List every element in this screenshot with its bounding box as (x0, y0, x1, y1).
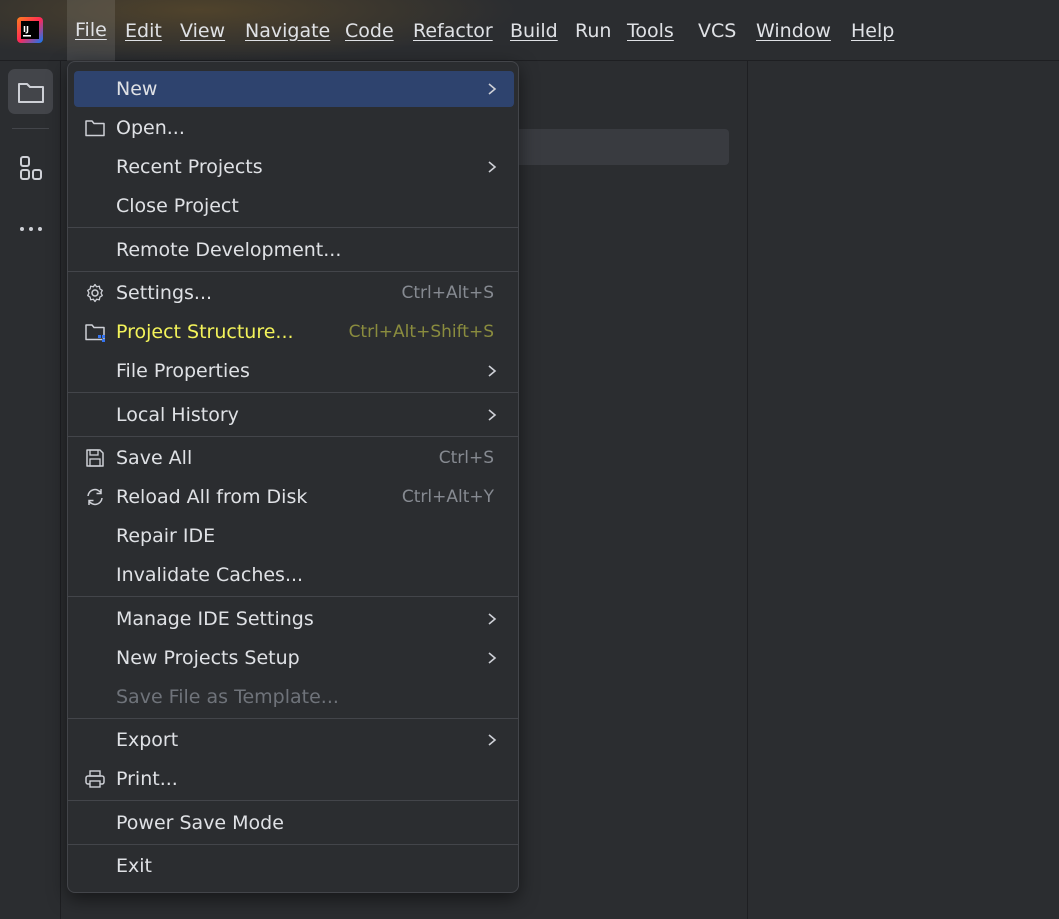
menu-item-label: Repair IDE (116, 525, 216, 547)
menu-item-exit[interactable]: Exit (74, 848, 514, 884)
menu-item-project-structure[interactable]: Project Structure... Ctrl+Alt+Shift+S (74, 314, 514, 350)
menu-separator (68, 596, 518, 597)
menu-item-shortcut: Ctrl+Alt+Shift+S (348, 322, 494, 342)
menu-item-save-all[interactable]: Save All Ctrl+S (74, 440, 514, 476)
menu-item-label: Remote Development... (116, 239, 342, 261)
menu-item-manage-ide-settings[interactable]: Manage IDE Settings (74, 601, 514, 637)
folder-icon (85, 120, 105, 137)
chevron-right-icon (488, 652, 497, 664)
right-panel (748, 61, 1059, 919)
menu-item-label: Save File as Template... (116, 686, 339, 708)
menu-item-label: New Projects Setup (116, 647, 300, 669)
menu-item-export[interactable]: Export (74, 722, 514, 758)
menu-item-invalidate-caches[interactable]: Invalidate Caches... (74, 557, 514, 593)
menu-separator (68, 227, 518, 228)
chevron-right-icon (488, 409, 497, 421)
printer-icon (85, 770, 105, 788)
menu-separator (68, 718, 518, 719)
menu-refactor[interactable]: Refactor (413, 18, 493, 44)
project-structure-icon (85, 324, 105, 342)
chevron-right-icon (488, 83, 497, 95)
menu-run[interactable]: Run (575, 18, 611, 44)
toolstrip-separator (12, 128, 49, 129)
file-menu-dropdown: New Open... Recent Projects Close Projec… (67, 61, 519, 893)
chevron-right-icon (488, 161, 497, 173)
menu-item-label: Save All (116, 447, 193, 469)
menu-item-recent-projects[interactable]: Recent Projects (74, 149, 514, 185)
structure-icon (19, 155, 42, 180)
more-tool-button[interactable] (8, 206, 53, 251)
menu-item-shortcut: Ctrl+Alt+Y (401, 487, 494, 507)
chevron-right-icon (488, 613, 497, 625)
menu-item-shortcut: Ctrl+Alt+S (401, 283, 494, 303)
menu-item-label: Local History (116, 404, 239, 426)
menu-build[interactable]: Build (510, 18, 558, 44)
more-icon (19, 226, 42, 231)
menu-item-label: Reload All from Disk (116, 486, 308, 508)
menu-separator (68, 800, 518, 801)
chevron-right-icon (488, 365, 497, 377)
intellij-logo-icon[interactable]: IJ (17, 17, 43, 43)
menu-item-label: Settings... (116, 282, 213, 304)
menu-item-label: Recent Projects (116, 156, 263, 178)
chevron-right-icon (488, 734, 497, 746)
menu-code[interactable]: Code (345, 18, 394, 44)
project-tool-button[interactable] (8, 69, 53, 114)
gear-icon (87, 283, 103, 303)
menu-item-local-history[interactable]: Local History (74, 397, 514, 433)
menu-item-shortcut: Ctrl+S (438, 448, 494, 468)
menu-item-label: New (116, 78, 158, 100)
menu-item-label: Power Save Mode (116, 812, 284, 834)
menu-edit[interactable]: Edit (125, 18, 162, 44)
menu-item-file-properties[interactable]: File Properties (74, 353, 514, 389)
menu-separator (68, 436, 518, 437)
menu-item-label: Close Project (116, 195, 239, 217)
menu-item-new-projects-setup[interactable]: New Projects Setup (74, 640, 514, 676)
menu-item-label: File Properties (116, 360, 250, 382)
menu-item-reload-all[interactable]: Reload All from Disk Ctrl+Alt+Y (74, 479, 514, 515)
menu-separator (68, 392, 518, 393)
menu-item-new[interactable]: New (74, 71, 514, 107)
menu-item-open[interactable]: Open... (74, 110, 514, 146)
menu-item-label: Manage IDE Settings (116, 608, 314, 630)
menu-file[interactable]: File (67, 0, 115, 61)
structure-tool-button[interactable] (8, 145, 53, 190)
menu-item-remote-development[interactable]: Remote Development... (74, 232, 514, 268)
menu-item-label: Open... (116, 117, 185, 139)
reload-icon (87, 488, 103, 506)
menu-item-repair-ide[interactable]: Repair IDE (74, 518, 514, 554)
tool-window-strip (0, 61, 61, 919)
menu-help[interactable]: Help (851, 18, 894, 44)
menu-view[interactable]: View (180, 18, 225, 44)
menu-vcs[interactable]: VCS (698, 18, 736, 44)
main-menubar: IJ File Edit View Navigate Code Refactor… (0, 0, 1059, 61)
menu-item-close-project[interactable]: Close Project (74, 188, 514, 224)
menu-item-print[interactable]: Print... (74, 761, 514, 797)
logo-text: IJ (23, 25, 29, 34)
menu-separator (68, 844, 518, 845)
menu-window[interactable]: Window (756, 18, 831, 44)
save-icon (86, 449, 104, 467)
folder-icon (17, 82, 44, 103)
menu-navigate[interactable]: Navigate (245, 18, 330, 44)
menu-item-label: Invalidate Caches... (116, 564, 304, 586)
menu-item-save-as-template: Save File as Template... (74, 679, 514, 715)
menu-separator (68, 271, 518, 272)
menu-item-settings[interactable]: Settings... Ctrl+Alt+S (74, 275, 514, 311)
menu-item-label: Export (116, 729, 179, 751)
menu-tools[interactable]: Tools (627, 18, 674, 44)
menu-item-label: Exit (116, 855, 152, 877)
menu-item-power-save-mode[interactable]: Power Save Mode (74, 805, 514, 841)
menu-item-label: Print... (116, 768, 178, 790)
menu-item-label: Project Structure... (116, 321, 294, 343)
editor-placeholder-bar (510, 129, 729, 165)
